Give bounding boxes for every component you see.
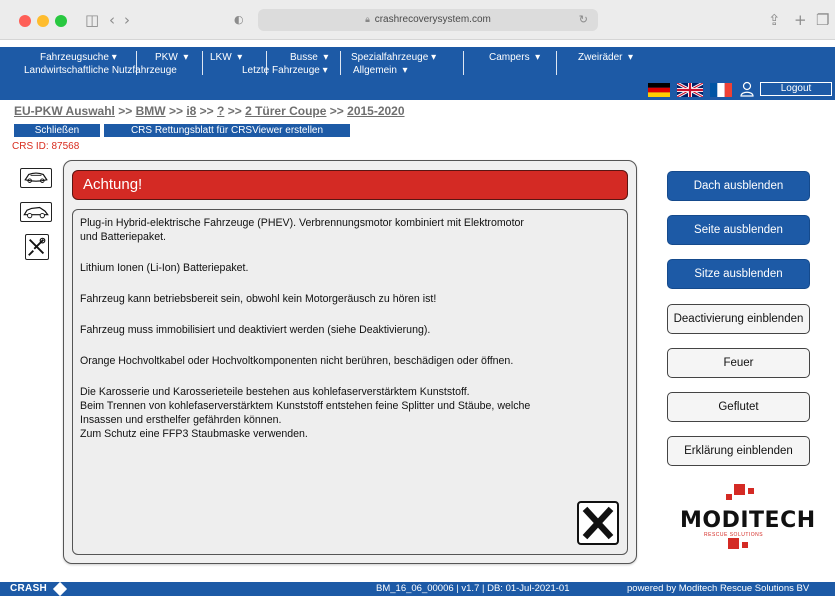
close-panel-icon[interactable] [577, 501, 619, 545]
logo-text: MODITECH [680, 508, 816, 533]
schliessen-button[interactable]: Schließen [14, 124, 100, 137]
alert-paragraph: Fahrzeug kann betriebsbereit sein, obwoh… [80, 293, 437, 305]
close-window-button[interactable] [19, 15, 31, 27]
car-side-view-icon[interactable] [20, 202, 52, 222]
german-flag-icon[interactable] [648, 83, 670, 97]
seite-ausblenden-button[interactable]: Seite ausblenden [667, 215, 810, 245]
breadcrumb-body[interactable]: 2 Türer Coupe [245, 104, 326, 118]
create-rescue-sheet-button[interactable]: CRS Rettungsblatt für CRSViewer erstelle… [104, 124, 350, 137]
breadcrumb-i8[interactable]: i8 [186, 104, 196, 118]
privacy-shield-icon[interactable]: ◐ [234, 10, 244, 30]
alert-paragraph: Orange Hochvoltkabel oder Hochvoltkompon… [80, 355, 514, 367]
nav-busse[interactable]: Busse ▾ [290, 52, 328, 64]
nav-landwirtschaft[interactable]: Landwirtschaftliche Nutzfahrzeuge [24, 65, 177, 77]
footer: CRASH BM_16_06_00006 | v1.7 | DB: 01-Jul… [0, 581, 835, 596]
alert-paragraph: Fahrzeug muss immobilisiert und deaktivi… [80, 324, 431, 336]
address-bar[interactable]: 🔒︎ crashrecoverysystem.com ↻ [258, 9, 598, 31]
forward-icon[interactable]: › [124, 10, 130, 30]
footer-powered-by[interactable]: powered by Moditech Rescue Solutions BV [627, 582, 809, 596]
rescue-tool-icon[interactable] [25, 234, 49, 260]
alert-paragraph: Plug-in Hybrid-elektrische Fahrzeuge (PH… [80, 217, 524, 243]
breadcrumb-eu-pkw[interactable]: EU-PKW Auswahl [14, 104, 115, 118]
erklaerung-einblenden-button[interactable]: Erklärung einblenden [667, 436, 810, 466]
nav-fahrzeugsuche[interactable]: Fahrzeugsuche ▾ [40, 52, 117, 64]
share-icon[interactable]: ⇪ [768, 10, 781, 30]
deactivierung-einblenden-button[interactable]: Deactivierung einblenden [667, 304, 810, 334]
browser-toolbar: ◫ ‹ › ◐ 🔒︎ crashrecoverysystem.com ↻ ⇪ +… [0, 0, 835, 40]
nav-pkw[interactable]: PKW ▾ [155, 52, 188, 64]
tabs-overview-icon[interactable]: ❐ [816, 10, 829, 30]
nav-spezialfahrzeuge[interactable]: Spezialfahrzeuge ▾ [351, 52, 436, 64]
uk-flag-icon[interactable] [677, 83, 703, 97]
feuer-button[interactable]: Feuer [667, 348, 810, 378]
nav-zweiraeder[interactable]: Zweiräder ▾ [578, 52, 633, 64]
breadcrumb-variant[interactable]: ? [217, 104, 224, 118]
nav-campers[interactable]: Campers ▾ [489, 52, 540, 64]
nav-letzte-fahrzeuge[interactable]: Letzte Fahrzeuge ▾ [242, 65, 328, 77]
car-top-view-icon[interactable] [20, 168, 52, 188]
breadcrumb-years[interactable]: 2015-2020 [347, 104, 404, 118]
logo-subtitle: RESCUE SOLUTIONS [704, 532, 764, 538]
dach-ausblenden-button[interactable]: Dach ausblenden [667, 171, 810, 201]
reload-icon[interactable]: ↻ [579, 9, 588, 31]
logout-button[interactable]: Logout [760, 82, 832, 96]
breadcrumb: EU-PKW Auswahl >> BMW >> i8 >> ? >> 2 Tü… [14, 104, 405, 118]
back-icon[interactable]: ‹ [109, 10, 115, 30]
sidebar-icon[interactable]: ◫ [85, 10, 99, 30]
alert-content: Plug-in Hybrid-elektrische Fahrzeuge (PH… [72, 209, 628, 555]
maximize-window-button[interactable] [55, 15, 67, 27]
crash-logo-icon [52, 581, 68, 596]
breadcrumb-bmw[interactable]: BMW [136, 104, 166, 118]
geflutet-button[interactable]: Geflutet [667, 392, 810, 422]
nav-lkw[interactable]: LKW ▾ [210, 52, 242, 64]
minimize-window-button[interactable] [37, 15, 49, 27]
french-flag-icon[interactable] [710, 83, 732, 97]
alert-paragraph: Die Karosserie und Karosserieteile beste… [80, 386, 531, 440]
user-icon[interactable] [740, 81, 754, 97]
alert-paragraph: Lithium Ionen (Li-Ion) Batteriepaket. [80, 262, 249, 274]
new-tab-icon[interactable]: + [794, 10, 807, 30]
lock-icon: 🔒︎ [365, 15, 370, 25]
sitze-ausblenden-button[interactable]: Sitze ausblenden [667, 259, 810, 289]
nav-allgemein[interactable]: Allgemein ▾ [353, 65, 408, 77]
crs-id: CRS ID: 87568 [12, 141, 80, 152]
footer-brand: CRASH [10, 583, 48, 594]
url-text: crashrecoverysystem.com [374, 14, 491, 25]
alert-title: Achtung! [72, 170, 628, 200]
footer-version: BM_16_06_00006 | v1.7 | DB: 01-Jul-2021-… [376, 583, 570, 594]
